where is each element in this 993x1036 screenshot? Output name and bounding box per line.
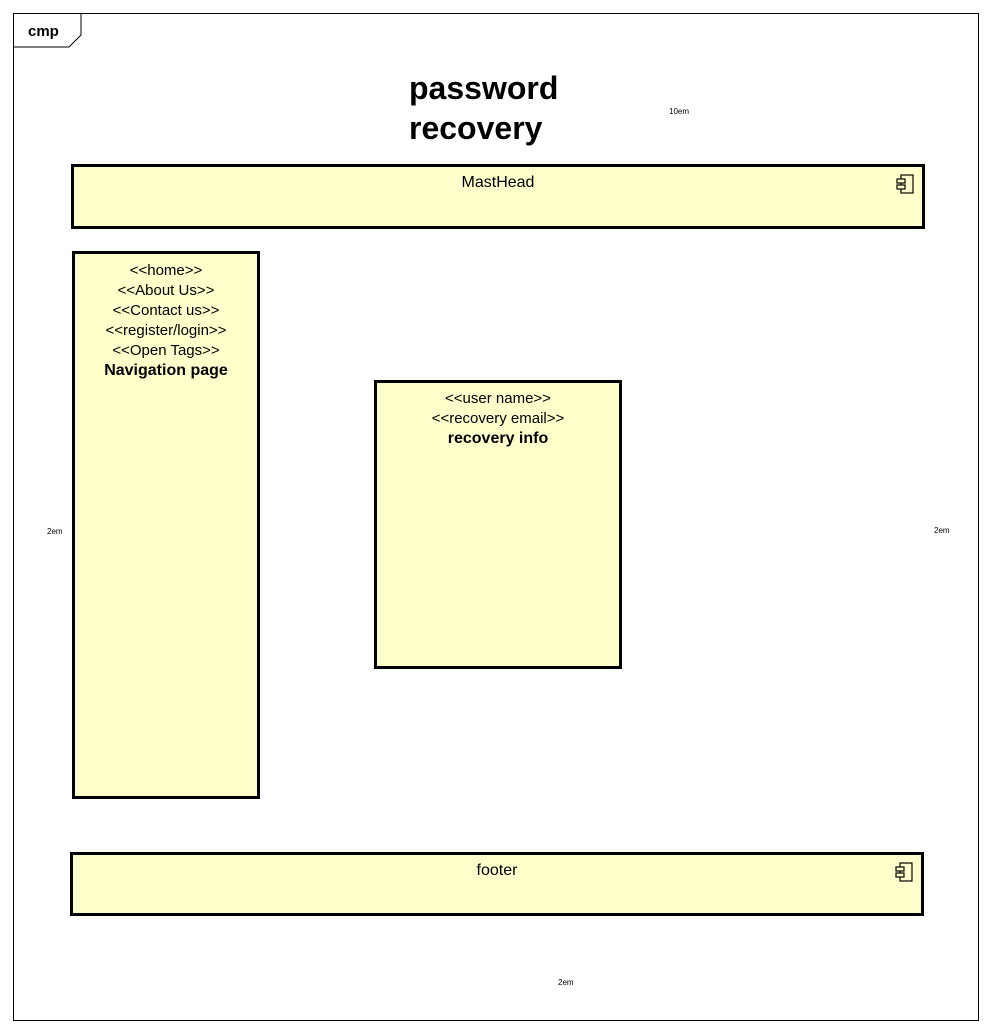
navigation-component[interactable]: <<home>> <<About Us>> <<Contact us>> <<r… [72, 251, 260, 799]
masthead-label: MastHead [461, 174, 535, 191]
recovery-item-user-name: <<user name>> [445, 390, 551, 407]
masthead-component[interactable]: MastHead [71, 164, 925, 229]
note-right-margin: 2em [934, 526, 950, 535]
page-title-line-1: password [409, 70, 559, 106]
footer-label: footer [476, 862, 518, 879]
nav-item-about-us: <<About Us>> [117, 282, 215, 299]
recovery-item-email: <<recovery email>> [431, 410, 565, 427]
footer-component[interactable]: footer [70, 852, 924, 916]
nav-item-open-tags: <<Open Tags>> [112, 342, 220, 359]
page-title-line-2: recovery [409, 110, 543, 146]
nav-item-contact-us: <<Contact us>> [112, 302, 220, 319]
recovery-items: <<user name>> <<recovery email>> recover… [377, 383, 619, 449]
nav-item-home: <<home>> [129, 262, 203, 279]
navigation-items: <<home>> <<About Us>> <<Contact us>> <<r… [75, 254, 257, 381]
page-title: password recovery [409, 68, 558, 148]
component-icon [896, 174, 914, 194]
frame-tab-label: cmp [28, 23, 59, 40]
note-bottom-margin: 2em [558, 978, 574, 987]
component-icon [895, 862, 913, 882]
note-left-margin: 2em [47, 527, 63, 536]
recovery-label: recovery info [447, 430, 549, 447]
recovery-info-component[interactable]: <<user name>> <<recovery email>> recover… [374, 380, 622, 669]
nav-item-register-login: <<register/login>> [105, 322, 227, 339]
navigation-label: Navigation page [104, 362, 228, 379]
note-top-margin: 10em [669, 107, 690, 116]
